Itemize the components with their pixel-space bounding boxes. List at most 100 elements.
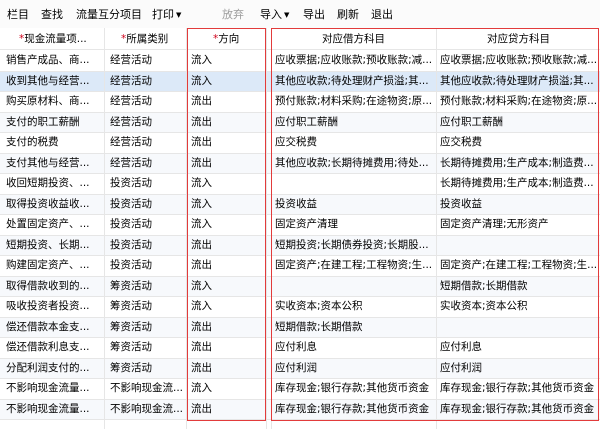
credit-account-cell[interactable]: 库存现金;银行存款;其他货币资金 (440, 381, 597, 395)
direction-cell[interactable]: 流入 (191, 217, 263, 231)
table-row[interactable]: 不影响现金流量... 不影响现金流... 流入 库存现金;银行存款;其他货币资金 库存现… (0, 378, 600, 398)
debit-account-cell[interactable]: 应付利息 (275, 340, 433, 354)
table-row[interactable]: 短期投资、长期... 投资活动 流出 短期投资;长期债券投资;长期股... (0, 234, 600, 255)
flow-item-cell[interactable]: 偿还借款利息支... (6, 340, 101, 354)
direction-cell[interactable]: 流出 (191, 94, 263, 108)
category-cell[interactable]: 经营活动 (110, 53, 183, 67)
debit-account-cell[interactable]: 应交税费 (275, 135, 433, 149)
category-cell[interactable]: 不影响现金流... (110, 381, 183, 395)
credit-account-cell[interactable]: 长期待摊费用;生产成本;制造费... (440, 156, 597, 170)
debit-account-cell[interactable]: 固定资产;在建工程;工程物资;生... (275, 258, 433, 272)
direction-cell[interactable]: 流入 (191, 176, 263, 190)
flow-item-cell[interactable]: 分配利润支付的... (6, 361, 101, 375)
exit-button[interactable]: 退出 (371, 8, 393, 22)
flow-item-cell[interactable]: 吸收投资者投资... (6, 299, 101, 313)
category-cell[interactable]: 经营活动 (110, 74, 183, 88)
credit-account-cell[interactable]: 固定资产清理;无形资产 (440, 217, 597, 231)
flow-item-cell[interactable]: 收到其他与经营... (6, 74, 101, 88)
debit-account-cell[interactable]: 固定资产清理 (275, 217, 433, 231)
flow-item-cell[interactable]: 支付的税费 (6, 135, 101, 149)
column-header[interactable]: 对应贷方科目 (487, 33, 550, 46)
table-row[interactable]: 收回短期投资、... 投资活动 流入 长期待摊费用;生产成本;制造费... (0, 173, 600, 193)
debit-account-cell[interactable] (275, 279, 433, 293)
debit-account-cell[interactable]: 库存现金;银行存款;其他货币资金 (275, 402, 433, 416)
direction-cell[interactable]: 流入 (191, 381, 263, 395)
direction-cell[interactable]: 流出 (191, 238, 263, 252)
direction-cell[interactable]: 流出 (191, 402, 263, 416)
flow-item-cell[interactable]: 短期投资、长期... (6, 238, 101, 252)
credit-account-cell[interactable]: 其他应收款;待处理财产损溢;其... (440, 74, 597, 88)
debit-account-cell[interactable]: 预付账款;材料采购;在途物资;原... (275, 94, 433, 108)
flow-item-cell[interactable]: 购建固定资产、... (6, 258, 101, 272)
debit-account-cell[interactable]: 实收资本;资本公积 (275, 299, 433, 313)
debit-account-cell[interactable]: 投资收益 (275, 197, 433, 211)
direction-cell[interactable]: 流入 (191, 74, 263, 88)
column-header[interactable]: *所属类别 (121, 33, 168, 46)
category-cell[interactable]: 筹资活动 (110, 320, 183, 334)
credit-account-cell[interactable]: 应交税费 (440, 135, 597, 149)
direction-cell[interactable]: 流出 (191, 320, 263, 334)
table-row[interactable]: 偿还借款本金支... 筹资活动 流出 短期借款;长期借款 (0, 316, 600, 337)
column-header[interactable]: *现金流量项... (19, 33, 87, 46)
credit-account-cell[interactable]: 短期借款;长期借款 (440, 279, 597, 293)
columns-button[interactable]: 栏目 (7, 8, 29, 22)
flow-item-cell[interactable]: 处置固定资产、... (6, 217, 101, 231)
table-row[interactable]: 处置固定资产、... 投资活动 流入 固定资产清理 固定资产清理;无形资产 (0, 214, 600, 234)
column-header[interactable]: 对应借方科目 (322, 33, 385, 46)
category-cell[interactable]: 投资活动 (110, 238, 183, 252)
credit-account-cell[interactable]: 应付利润 (440, 361, 597, 375)
column-header[interactable]: *方向 (213, 33, 239, 46)
credit-account-cell[interactable]: 实收资本;资本公积 (440, 299, 597, 313)
table-row[interactable]: 支付的税费 经营活动 流出 应交税费 应交税费 (0, 132, 600, 152)
table-row[interactable]: 购建固定资产、... 投资活动 流出 固定资产;在建工程;工程物资;生... 固定资产;… (0, 255, 600, 275)
debit-account-cell[interactable]: 应付利润 (275, 361, 433, 375)
credit-account-cell[interactable]: 应收票据;应收账款;预收账款;减... (440, 53, 597, 67)
debit-account-cell[interactable] (275, 176, 433, 190)
table-row[interactable]: 支付的职工薪酬 经营活动 流出 应付职工薪酬 应付职工薪酬 (0, 111, 600, 132)
debit-account-cell[interactable]: 应收票据;应收账款;预收账款;减... (275, 53, 433, 67)
category-cell[interactable]: 筹资活动 (110, 361, 183, 375)
direction-cell[interactable]: 流出 (191, 156, 263, 170)
print-menu-button[interactable]: 打印 ▼ (152, 8, 181, 22)
table-row[interactable]: 取得借款收到的... 筹资活动 流入 短期借款;长期借款 (0, 275, 600, 296)
credit-account-cell[interactable]: 应付利息 (440, 340, 597, 354)
credit-account-cell[interactable]: 固定资产;在建工程;工程物资;生... (440, 258, 597, 272)
debit-account-cell[interactable]: 短期投资;长期债券投资;长期股... (275, 238, 433, 252)
credit-account-cell[interactable]: 库存现金;银行存款;其他货币资金 (440, 402, 597, 416)
category-cell[interactable]: 投资活动 (110, 217, 183, 231)
table-row[interactable]: 吸收投资者投资... 筹资活动 流入 实收资本;资本公积 实收资本;资本公积 (0, 296, 600, 316)
table-row[interactable]: 支付其他与经营... 经营活动 流出 其他应收款;长期待摊费用;待处... 长期待摊费用… (0, 152, 600, 173)
flow-item-cell[interactable]: 不影响现金流量... (6, 402, 101, 416)
debit-account-cell[interactable]: 库存现金;银行存款;其他货币资金 (275, 381, 433, 395)
debit-account-cell[interactable]: 其他应收款;待处理财产损溢;其... (275, 74, 433, 88)
find-button[interactable]: 查找 (41, 8, 63, 22)
category-cell[interactable]: 投资活动 (110, 197, 183, 211)
table-row[interactable]: 收到其他与经营... 经营活动 流入 其他应收款;待处理财产损溢;其... 其他应收款;… (0, 70, 600, 91)
debit-account-cell[interactable]: 其他应收款;长期待摊费用;待处... (275, 156, 433, 170)
direction-cell[interactable]: 流出 (191, 361, 263, 375)
category-cell[interactable]: 经营活动 (110, 94, 183, 108)
category-cell[interactable]: 投资活动 (110, 258, 183, 272)
category-cell[interactable]: 经营活动 (110, 156, 183, 170)
table-row[interactable]: 取得投资收益收... 投资活动 流入 投资收益 投资收益 (0, 193, 600, 214)
direction-cell[interactable]: 流出 (191, 258, 263, 272)
category-cell[interactable]: 经营活动 (110, 115, 183, 129)
category-cell[interactable]: 投资活动 (110, 176, 183, 190)
flow-item-cell[interactable]: 不影响现金流量... (6, 381, 101, 395)
flow-item-cell[interactable]: 购买原材料、商... (6, 94, 101, 108)
credit-account-cell[interactable]: 投资收益 (440, 197, 597, 211)
direction-cell[interactable]: 流出 (191, 340, 263, 354)
direction-cell[interactable]: 流入 (191, 53, 263, 67)
direction-cell[interactable]: 流入 (191, 299, 263, 313)
direction-cell[interactable]: 流出 (191, 115, 263, 129)
flow-item-cell[interactable]: 支付的职工薪酬 (6, 115, 101, 129)
category-cell[interactable]: 筹资活动 (110, 279, 183, 293)
flow-item-cell[interactable]: 取得借款收到的... (6, 279, 101, 293)
category-cell[interactable]: 筹资活动 (110, 340, 183, 354)
direction-cell[interactable]: 流入 (191, 197, 263, 211)
flow-item-cell[interactable]: 取得投资收益收... (6, 197, 101, 211)
abandon-button[interactable]: 放弃 (222, 8, 244, 22)
export-button[interactable]: 导出 (303, 8, 325, 22)
direction-cell[interactable]: 流入 (191, 279, 263, 293)
table-row[interactable]: 分配利润支付的... 筹资活动 流出 应付利润 应付利润 (0, 357, 600, 378)
